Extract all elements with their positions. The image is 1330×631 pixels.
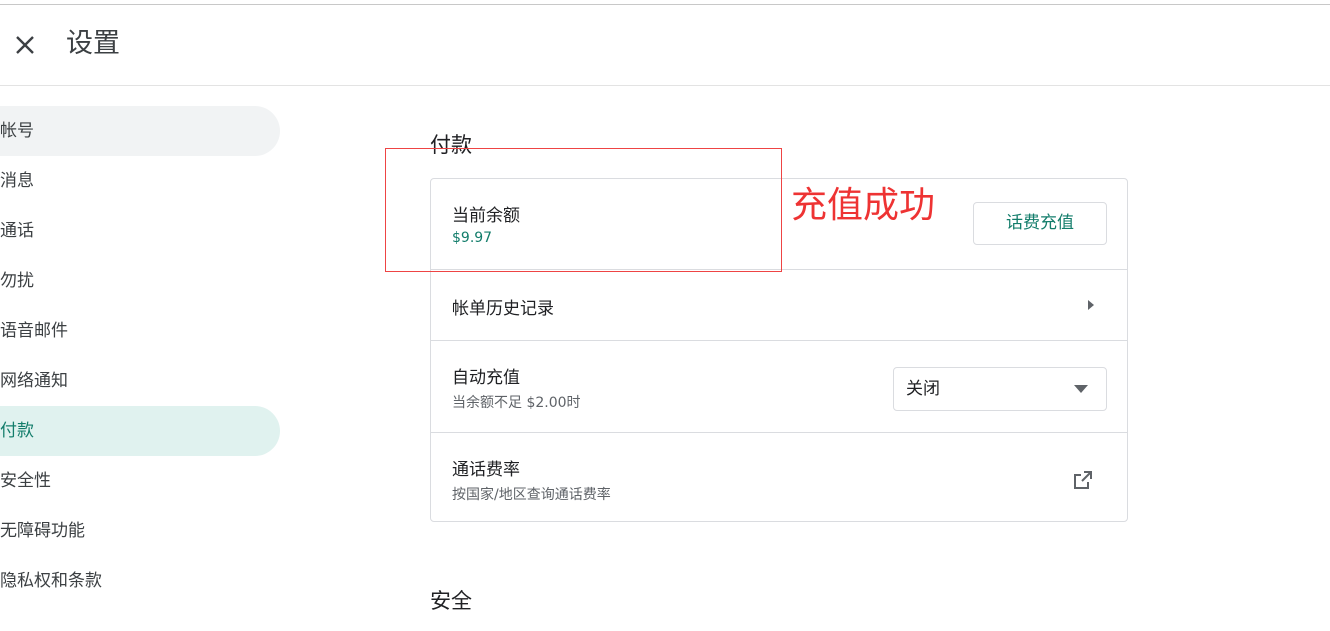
auto-recharge-selected: 关闭	[906, 379, 940, 399]
sidebar: 帐号 消息 通话 勿扰 语音邮件 网络通知 付款 安全性 无障碍功能 隐私权和条…	[0, 106, 280, 606]
annotation-box	[385, 148, 782, 272]
billing-history-row[interactable]: 帐单历史记录	[431, 270, 1127, 341]
annotation-text: 充值成功	[791, 185, 936, 226]
billing-history-title: 帐单历史记录	[452, 299, 554, 319]
sidebar-item-payments[interactable]: 付款	[0, 406, 280, 456]
security-section-title: 安全	[430, 589, 472, 613]
chevron-right-icon	[1088, 300, 1094, 310]
header: 设置	[0, 5, 1330, 86]
sidebar-item-network-notifications[interactable]: 网络通知	[0, 356, 280, 406]
sidebar-item-security[interactable]: 安全性	[0, 456, 280, 506]
sidebar-item-calls[interactable]: 通话	[0, 206, 280, 256]
sidebar-item-messages[interactable]: 消息	[0, 156, 280, 206]
call-rates-row: 通话费率 按国家/地区查询通话费率	[431, 433, 1127, 521]
auto-recharge-subtitle: 当余额不足 $2.00时	[452, 395, 581, 411]
call-rates-subtitle: 按国家/地区查询通话费率	[452, 487, 611, 503]
page-title: 设置	[66, 28, 120, 59]
auto-recharge-title: 自动充值	[452, 368, 520, 388]
sidebar-item-accessibility[interactable]: 无障碍功能	[0, 506, 280, 556]
dropdown-arrow-icon	[1074, 385, 1088, 393]
close-icon	[16, 36, 34, 54]
recharge-button[interactable]: 话费充值	[973, 202, 1107, 245]
sidebar-item-voicemail[interactable]: 语音邮件	[0, 306, 280, 356]
sidebar-item-account[interactable]: 帐号	[0, 106, 280, 156]
open-external-icon[interactable]	[1072, 469, 1094, 491]
auto-recharge-row: 自动充值 当余额不足 $2.00时 关闭	[431, 341, 1127, 433]
call-rates-title: 通话费率	[452, 460, 520, 480]
close-button[interactable]	[10, 30, 40, 60]
sidebar-item-do-not-disturb[interactable]: 勿扰	[0, 256, 280, 306]
auto-recharge-select[interactable]: 关闭	[893, 367, 1107, 411]
sidebar-item-privacy-terms[interactable]: 隐私权和条款	[0, 556, 280, 606]
